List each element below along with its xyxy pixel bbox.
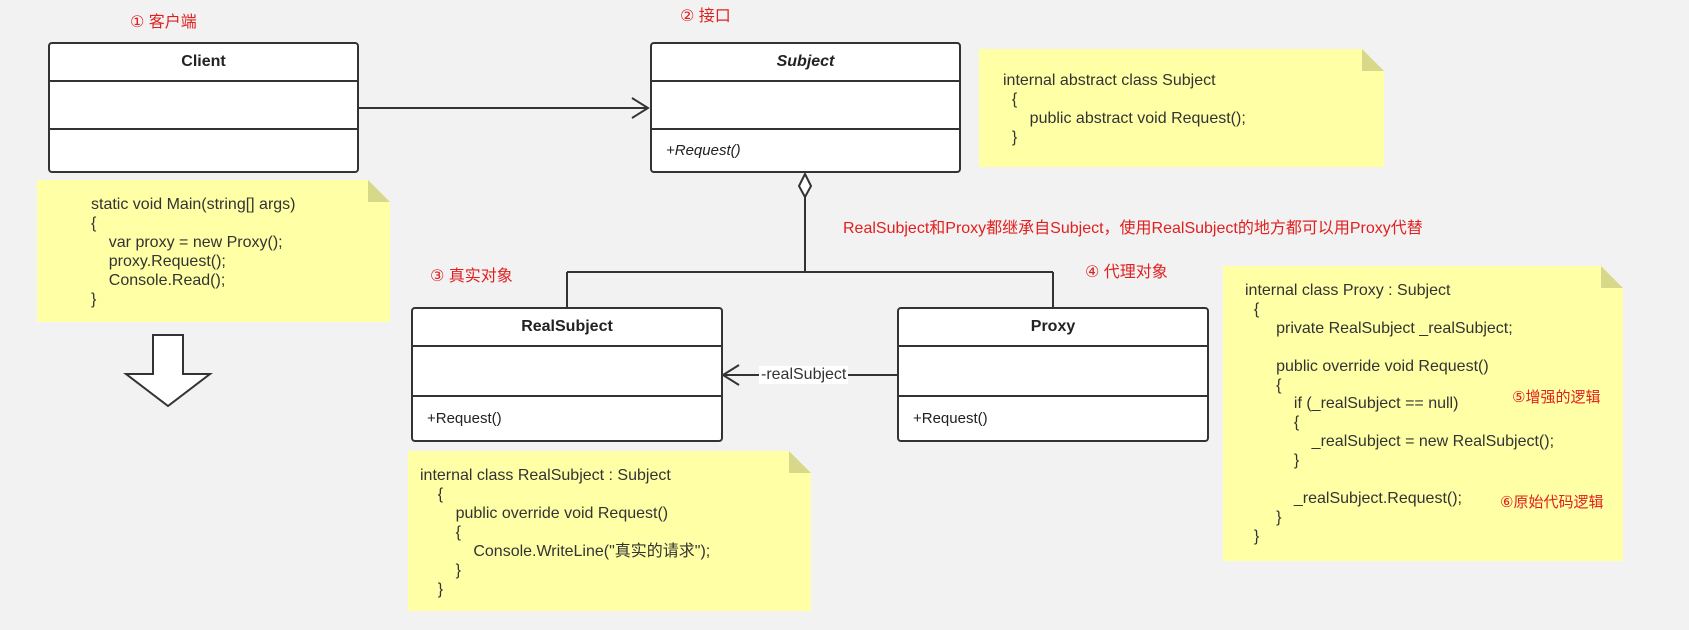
realsubject-attributes — [413, 347, 721, 397]
subject-attributes — [652, 82, 959, 130]
realsubject-code: internal class RealSubject : Subject { p… — [420, 467, 711, 598]
client-operations — [50, 130, 357, 171]
realsubject-class[interactable]: RealSubject +Request() — [411, 307, 723, 442]
enhance-logic-tag: ⑤增强的逻辑 — [1512, 389, 1601, 406]
client-class[interactable]: Client — [48, 42, 359, 173]
subject-operation: +Request() — [666, 142, 741, 159]
interface-tag: ② 接口 — [680, 8, 731, 25]
proxy-tag: ④ 代理对象 — [1085, 264, 1168, 281]
realsubject-code-note: internal class RealSubject : Subject { p… — [408, 451, 811, 611]
proxy-operation: +Request() — [913, 410, 988, 427]
inheritance-note: RealSubject和Proxy都继承自Subject，使用RealSubje… — [843, 220, 1423, 237]
down-arrow-icon — [123, 334, 213, 408]
association-label: -realSubject — [759, 366, 849, 384]
client-class-name: Client — [50, 44, 357, 82]
subject-class-name: Subject — [652, 44, 959, 82]
client-attributes — [50, 82, 357, 130]
proxy-code-note: internal class Proxy : Subject { private… — [1223, 266, 1623, 561]
realsubject-class-name: RealSubject — [413, 309, 721, 347]
subject-code: internal abstract class Subject { public… — [1003, 72, 1246, 146]
real-subject-tag: ③ 真实对象 — [430, 268, 513, 285]
original-logic-tag: ⑥原始代码逻辑 — [1500, 494, 1604, 511]
proxy-class[interactable]: Proxy +Request() — [897, 307, 1209, 442]
realsubject-operation: +Request() — [427, 410, 502, 427]
aggregation-diamond — [797, 171, 813, 200]
subject-code-note: internal abstract class Subject { public… — [979, 49, 1384, 167]
subject-class[interactable]: Subject +Request() — [650, 42, 961, 173]
client-tag: ① 客户端 — [130, 14, 197, 31]
proxy-attributes — [899, 347, 1207, 397]
client-code-note: static void Main(string[] args) { var pr… — [37, 180, 390, 322]
client-code: static void Main(string[] args) { var pr… — [91, 196, 296, 308]
proxy-class-name: Proxy — [899, 309, 1207, 347]
